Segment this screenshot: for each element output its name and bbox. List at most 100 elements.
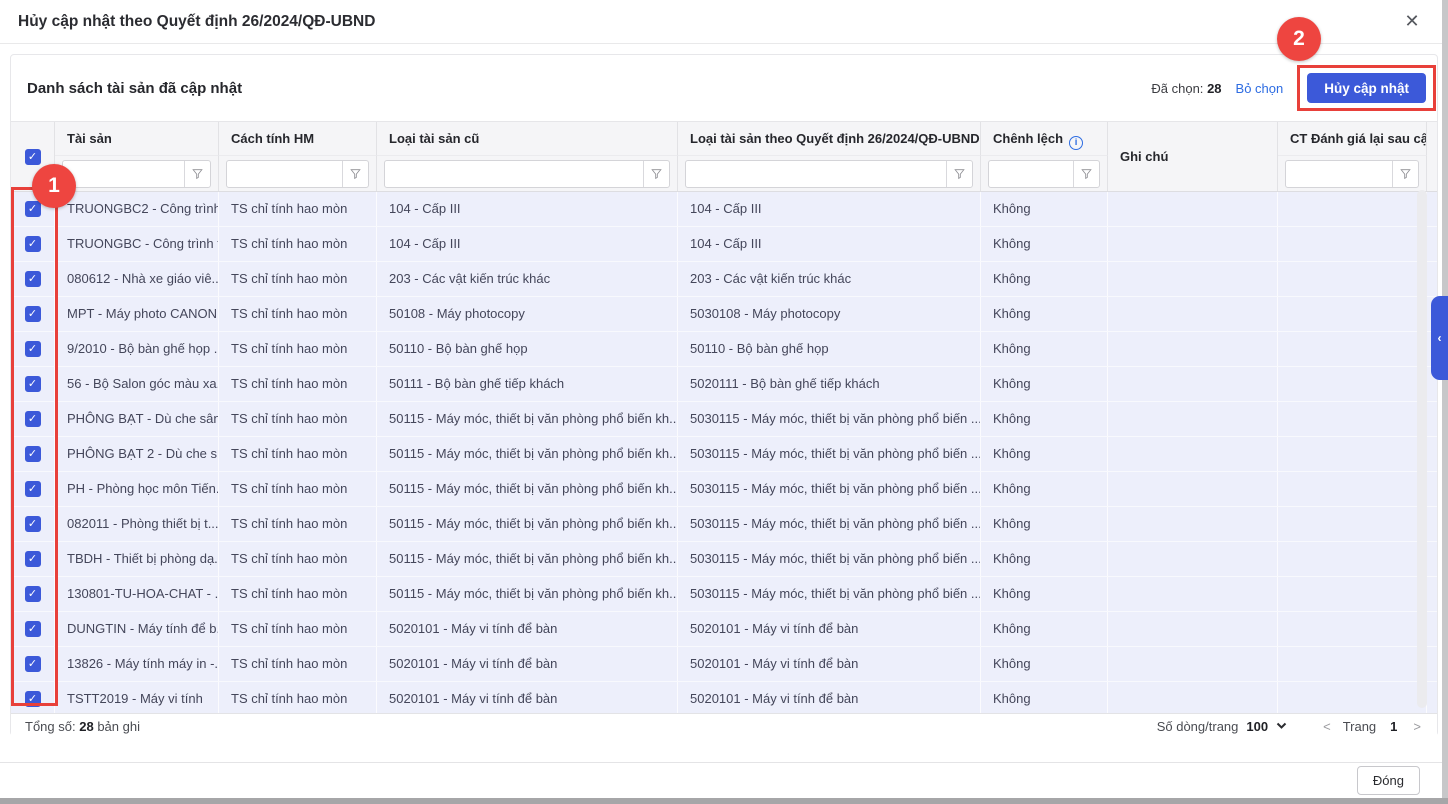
table-row: ✓9/2010 - Bộ bàn ghế họp ...TS chỉ tính … — [11, 332, 1437, 367]
filter-cell-difference — [981, 156, 1108, 191]
cell-asset: TSTT2019 - Máy vi tính — [55, 682, 219, 713]
filter-cell-asset — [55, 156, 219, 191]
cell-asset: 080612 - Nhà xe giáo viê... — [55, 262, 219, 296]
annotation-rect-2: Hủy cập nhật — [1297, 65, 1436, 111]
cell-method: TS chỉ tính hao mòn — [219, 542, 377, 576]
cell-method: TS chỉ tính hao mòn — [219, 192, 377, 226]
cell-new-type: 5020101 - Máy vi tính để bàn — [678, 682, 981, 713]
filter-input-difference[interactable] — [989, 161, 1073, 187]
side-panel-toggle[interactable]: ‹ — [1431, 296, 1448, 380]
dialog-title: Hủy cập nhật theo Quyết định 26/2024/QĐ-… — [18, 13, 375, 31]
column-header-note[interactable]: Ghi chú — [1108, 122, 1278, 191]
row-checkbox[interactable]: ✓ — [25, 691, 41, 707]
filter-icon[interactable] — [1392, 161, 1418, 187]
row-checkbox[interactable]: ✓ — [25, 551, 41, 567]
row-checkbox[interactable]: ✓ — [25, 201, 41, 217]
row-checkbox[interactable]: ✓ — [25, 446, 41, 462]
filter-icon[interactable] — [1073, 161, 1099, 187]
cell-old-type: 50115 - Máy móc, thiết bị văn phòng phổ … — [377, 577, 678, 611]
row-checkbox[interactable]: ✓ — [25, 481, 41, 497]
filter-icon[interactable] — [184, 161, 210, 187]
deselect-link[interactable]: Bỏ chọn — [1236, 81, 1284, 96]
table-row: ✓130801-TU-HOA-CHAT - ...TS chỉ tính hao… — [11, 577, 1437, 612]
cell-ct-reassess — [1278, 542, 1427, 576]
cell-method: TS chỉ tính hao mòn — [219, 367, 377, 401]
row-checkbox[interactable]: ✓ — [25, 621, 41, 637]
cell-new-type: 203 - Các vật kiến trúc khác — [678, 262, 981, 296]
filter-input-method[interactable] — [227, 161, 342, 187]
cell-note — [1108, 647, 1278, 681]
cell-new-type: 50110 - Bộ bàn ghế họp — [678, 332, 981, 366]
column-header-asset[interactable]: Tài sản — [55, 122, 219, 156]
column-header-new-type[interactable]: Loại tài sản theo Quyết định 26/2024/QĐ-… — [678, 122, 981, 156]
cell-note — [1108, 332, 1278, 366]
select-all-checkbox[interactable]: ✓ — [25, 149, 41, 165]
row-checkbox-cell: ✓ — [11, 472, 55, 506]
cancel-update-button[interactable]: Hủy cập nhật — [1307, 73, 1426, 103]
table-row: ✓MPT - Máy photo CANON...TS chỉ tính hao… — [11, 297, 1437, 332]
page-size-select[interactable]: Số dòng/trang 100 — [1157, 719, 1287, 734]
row-checkbox[interactable]: ✓ — [25, 306, 41, 322]
cell-method: TS chỉ tính hao mòn — [219, 507, 377, 541]
row-checkbox[interactable]: ✓ — [25, 376, 41, 392]
filter-input-ct-reassess[interactable] — [1286, 161, 1392, 187]
cell-method: TS chỉ tính hao mòn — [219, 437, 377, 471]
annotation-step-2: 2 — [1277, 17, 1321, 61]
filter-input-new-type[interactable] — [686, 161, 946, 187]
row-checkbox[interactable]: ✓ — [25, 271, 41, 287]
cell-new-type: 5030115 - Máy móc, thiết bị văn phòng ph… — [678, 402, 981, 436]
cell-note — [1108, 542, 1278, 576]
cell-note — [1108, 577, 1278, 611]
table-footer: Tổng số: 28 bản ghi Số dòng/trang 100 < … — [11, 713, 1437, 738]
table-row: ✓PH - Phòng học môn Tiến...TS chỉ tính h… — [11, 472, 1437, 507]
column-header-ct-reassess[interactable]: CT Đánh giá lại sau cậ... — [1278, 122, 1427, 156]
row-checkbox[interactable]: ✓ — [25, 586, 41, 602]
cell-ct-reassess — [1278, 472, 1427, 506]
filter-icon[interactable] — [342, 161, 368, 187]
filter-input-old-type[interactable] — [385, 161, 643, 187]
cell-new-type: 104 - Cấp III — [678, 192, 981, 226]
table-row: ✓082011 - Phòng thiết bị t...TS chỉ tính… — [11, 507, 1437, 542]
prev-page-button[interactable]: < — [1321, 719, 1333, 734]
cell-old-type: 50115 - Máy móc, thiết bị văn phòng phổ … — [377, 542, 678, 576]
cell-old-type: 104 - Cấp III — [377, 192, 678, 226]
close-icon[interactable]: ✕ — [1400, 10, 1424, 34]
row-checkbox[interactable]: ✓ — [25, 516, 41, 532]
filter-icon[interactable] — [946, 161, 972, 187]
cell-note — [1108, 437, 1278, 471]
filter-icon[interactable] — [643, 161, 669, 187]
filter-input-asset[interactable] — [63, 161, 184, 187]
cell-asset: 56 - Bộ Salon góc màu xa... — [55, 367, 219, 401]
next-page-button[interactable]: > — [1411, 719, 1423, 734]
cell-ct-reassess — [1278, 192, 1427, 226]
row-checkbox-cell: ✓ — [11, 227, 55, 261]
cell-new-type: 5030115 - Máy móc, thiết bị văn phòng ph… — [678, 472, 981, 506]
cell-method: TS chỉ tính hao mòn — [219, 612, 377, 646]
cell-new-type: 5020111 - Bộ bàn ghế tiếp khách — [678, 367, 981, 401]
table-header: ✓ Tài sản Cách tính HM Loại tài sản cũ L… — [11, 121, 1437, 192]
column-header-difference[interactable]: Chênh lệchi — [981, 122, 1108, 156]
row-checkbox[interactable]: ✓ — [25, 411, 41, 427]
row-checkbox[interactable]: ✓ — [25, 236, 41, 252]
info-icon[interactable]: i — [1069, 136, 1083, 150]
panel-header: Danh sách tài sản đã cập nhật Đã chọn: 2… — [11, 55, 1437, 121]
cell-ct-reassess — [1278, 577, 1427, 611]
vertical-scrollbar[interactable] — [1417, 190, 1427, 708]
cell-difference: Không — [981, 577, 1108, 611]
selected-label: Đã chọn: — [1151, 81, 1203, 96]
cell-difference: Không — [981, 612, 1108, 646]
close-button[interactable]: Đóng — [1357, 766, 1420, 795]
cell-new-type: 5030108 - Máy photocopy — [678, 297, 981, 331]
row-checkbox[interactable]: ✓ — [25, 656, 41, 672]
page-label: Trang — [1343, 719, 1376, 734]
column-header-old-type[interactable]: Loại tài sản cũ — [377, 122, 678, 156]
cell-note — [1108, 402, 1278, 436]
row-checkbox[interactable]: ✓ — [25, 341, 41, 357]
cell-old-type: 50115 - Máy móc, thiết bị văn phòng phổ … — [377, 507, 678, 541]
cell-new-type: 5020101 - Máy vi tính để bàn — [678, 647, 981, 681]
cell-note — [1108, 472, 1278, 506]
column-header-method[interactable]: Cách tính HM — [219, 122, 377, 156]
filter-cell-ct-reassess — [1278, 156, 1427, 191]
cell-asset: TRUONGBC - Công trình t... — [55, 227, 219, 261]
row-checkbox-cell: ✓ — [11, 367, 55, 401]
